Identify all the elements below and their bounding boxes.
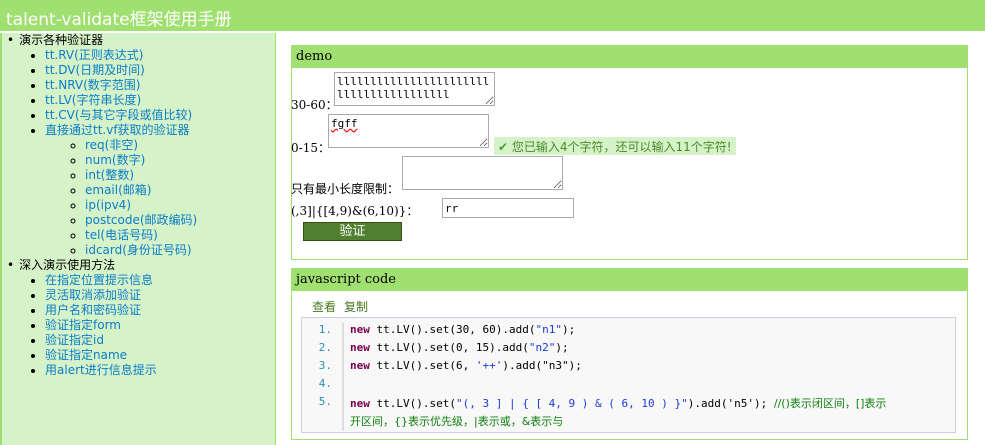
copy-link[interactable]: 复制 [344,300,368,314]
line-number: 4. [318,377,332,390]
sidebar-section: 深入演示使用方法 在指定位置提示信息 灵活取消添加验证 用户名和密码验证 验证指… [7,258,275,378]
label-min-length: 只有最小长度限制： [291,182,400,196]
label-0-15: 0-15： [291,141,330,155]
sidebar-sublink[interactable]: int(整数) [85,168,134,182]
sidebar-link[interactable]: 验证指定form [45,318,121,332]
textarea-n1[interactable]: llllllllllllllllllllllllllllllllllllllll [334,72,495,106]
page-header: talent-validate框架使用手册 [0,0,985,33]
panel-title: javascript code [292,269,967,291]
label-range: (,3]|{[4,9)&(6,10)}： [291,204,419,218]
validation-tip: ✔ 您已输入4个字符，还可以输入11个字符! [494,137,736,155]
validate-button[interactable]: 验证 [303,222,402,241]
tip-text: 您已输入4个字符，还可以输入11个字符! [511,140,732,154]
sidebar-link[interactable]: tt.CV(与其它字段或值比较) [45,108,192,122]
sidebar-sublink[interactable]: req(非空) [85,138,138,152]
sidebar-link[interactable]: 用户名和密码验证 [45,303,141,317]
input-n5[interactable] [442,198,574,218]
sidebar-sublink[interactable]: postcode(邮政编码) [85,213,197,227]
sidebar-link[interactable]: tt.LV(字符串长度) [45,93,141,107]
sidebar-link[interactable]: 用alert进行信息提示 [45,363,157,377]
section-label: 演示各种验证器 [19,33,104,47]
sidebar-link[interactable]: 直接通过tt.vf获取的验证器 [45,123,190,137]
sidebar: 演示各种验证器 tt.RV(正则表达式) tt.DV(日期及时间) tt.NRV… [0,33,276,445]
code-line: new tt.LV().set(30, 60).add("n1"); [350,323,576,336]
textarea-n2[interactable]: fgff [328,114,489,148]
sidebar-link[interactable]: 验证指定id [45,333,104,347]
sidebar-link[interactable]: tt.NRV(数字范围) [45,78,140,92]
sidebar-sublink[interactable]: tel(电话号码) [85,228,158,242]
sidebar-sublink[interactable]: num(数字) [85,153,145,167]
sidebar-link[interactable]: 在指定位置提示信息 [45,273,153,287]
sidebar-section: 演示各种验证器 tt.RV(正则表达式) tt.DV(日期及时间) tt.NRV… [7,33,275,258]
line-number: 1. [318,323,332,336]
code-line: new tt.LV().set(6, '++').add("n3"); [350,359,582,372]
sidebar-link[interactable]: 验证指定name [45,348,127,362]
sidebar-link[interactable]: tt.DV(日期及时间) [45,63,145,77]
check-icon: ✔ [498,140,509,154]
line-number: 5. [318,395,332,408]
panel-title: demo [292,46,967,68]
section-label: 深入演示使用方法 [19,258,116,272]
code-comment-cont: 开区间，{}表示优先级，|表示或，&表示与 [350,415,564,428]
label-30-60: 30-60： [291,98,338,112]
view-source-link[interactable]: 查看 [312,300,336,314]
sidebar-sublink[interactable]: email(邮箱) [85,183,151,197]
code-block: 1. new tt.LV().set(30, 60).add("n1"); 2. ne… [301,317,956,433]
line-number: 3. [318,359,332,372]
sidebar-sublink[interactable]: idcard(身份证号码) [85,243,192,257]
code-line: new tt.LV().set("(, 3 ] | { [ 4, 9 ) & (… [350,397,887,410]
code-line: new tt.LV().set(0, 15).add("n2"); [350,341,569,354]
code-panel: javascript code 查看 复制 1. new tt.LV().set(3… [291,268,968,440]
sidebar-link[interactable]: tt.RV(正则表达式) [45,48,143,62]
sidebar-link[interactable]: 灵活取消添加验证 [45,288,141,302]
sidebar-sublink[interactable]: ip(ipv4) [85,198,131,212]
line-number: 2. [318,341,332,354]
textarea-n3[interactable] [402,156,563,190]
page-title: talent-validate框架使用手册 [6,10,232,30]
